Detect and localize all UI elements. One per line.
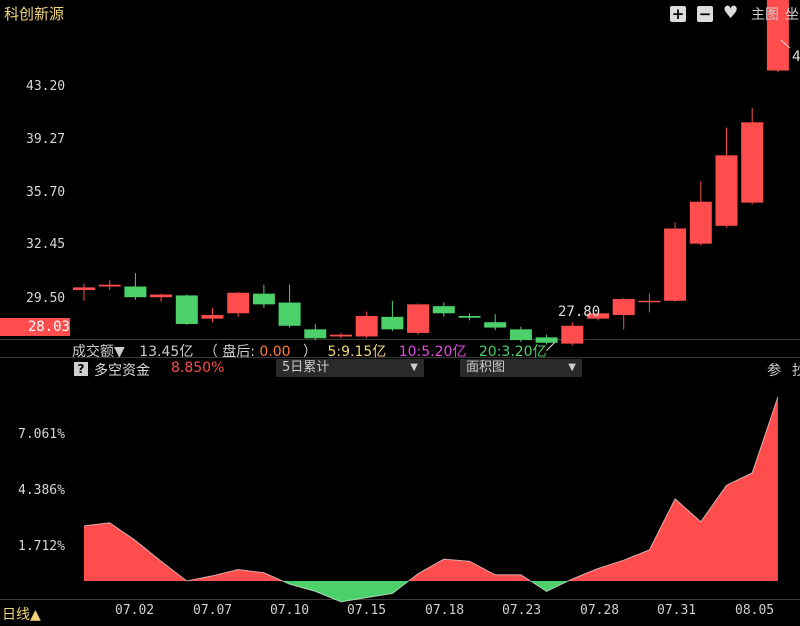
param-button[interactable]: 参 <box>767 360 781 380</box>
candle-body <box>330 334 352 337</box>
candle-body <box>124 286 147 298</box>
ma20-value: 20:3.20亿 <box>478 344 547 360</box>
candle-body <box>73 287 95 291</box>
minus-icon[interactable]: − <box>697 6 713 22</box>
volume-label[interactable]: 成交额▼ <box>72 344 125 360</box>
x-axis-label: 07.10 <box>270 603 310 618</box>
plus-icon[interactable]: + <box>670 6 686 22</box>
period-switch[interactable]: 日线▲ <box>2 604 41 624</box>
price-axis-label: 29.50 <box>26 291 66 306</box>
stock-title[interactable]: 科创新源 <box>4 3 64 24</box>
price-axis-label: 35.70 <box>26 185 66 200</box>
current-price-tag: 28.03 <box>0 318 70 336</box>
x-axis-label: 07.07 <box>193 603 233 618</box>
after-hours-label: 盘后: <box>222 344 255 360</box>
indicator-name[interactable]: 多空资金 <box>94 360 150 380</box>
paren-open: （ <box>203 344 218 360</box>
paren-close: ） <box>303 344 318 360</box>
indicator-axis-label: 4.386% <box>18 483 65 498</box>
chevron-down-icon: ▼ <box>568 362 576 373</box>
x-axis-label: 07.28 <box>580 603 620 618</box>
x-axis-label: 07.23 <box>502 603 542 618</box>
indicator-value: 8.850% <box>171 360 225 376</box>
candle-body <box>561 325 584 344</box>
after-hours-value: 0.00 <box>259 344 291 360</box>
heart-icon[interactable]: ♥ <box>723 3 738 23</box>
chart-type-select-value: 面积图 <box>466 360 506 375</box>
candle-body <box>201 315 224 319</box>
coordinate-button[interactable]: 坐 <box>785 4 799 24</box>
chevron-down-icon: ▼ <box>410 362 418 373</box>
extra-button[interactable]: 抄 <box>792 360 800 380</box>
candle-body <box>715 155 738 226</box>
candle-body <box>432 306 455 314</box>
indicator-axis-label: 7.061% <box>18 427 65 442</box>
candle-body <box>664 228 687 301</box>
candle-body <box>407 304 430 333</box>
candle-body <box>484 322 507 328</box>
candle-body <box>638 300 661 303</box>
volume-row: 成交额▼ 13.45亿 （ 盘后: 0.00 ） 5:9.15亿 10:5.20… <box>72 341 547 361</box>
candle-body <box>278 302 301 326</box>
high-price-label: 4 <box>792 49 800 65</box>
x-axis-label: 07.31 <box>657 603 697 618</box>
chart-canvas <box>0 0 800 603</box>
period-select-value: 5日累计 <box>282 360 330 375</box>
candle-body <box>689 201 712 244</box>
x-axis-label: 07.15 <box>347 603 387 618</box>
help-icon[interactable]: ? <box>74 362 88 376</box>
price-axis-label: 32.45 <box>26 237 66 252</box>
candle-body <box>355 315 378 337</box>
candle-body <box>227 292 250 314</box>
candle-body <box>150 294 173 298</box>
price-axis-label: 43.20 <box>26 79 66 94</box>
indicator-axis-label: 1.712% <box>18 539 65 554</box>
period-select[interactable]: 5日累计 ▼ <box>276 359 424 377</box>
low-arrow <box>546 342 555 351</box>
candle-body <box>458 315 481 318</box>
x-axis-label: 08.05 <box>735 603 775 618</box>
positive-area <box>84 396 778 581</box>
ma10-value: 10:5.20亿 <box>398 344 467 360</box>
volume-value: 13.45亿 <box>139 344 194 360</box>
chart-type-select[interactable]: 面积图 ▼ <box>460 359 582 377</box>
price-axis-label: 39.27 <box>26 132 66 147</box>
candle-body <box>509 329 532 341</box>
candle-body <box>612 299 635 316</box>
x-axis-label: 07.02 <box>115 603 155 618</box>
main-chart-button[interactable]: 主图 <box>751 4 779 24</box>
candle-body <box>98 284 121 287</box>
x-axis-label: 07.18 <box>425 603 465 618</box>
negative-area <box>84 581 778 602</box>
candle-body <box>304 329 327 339</box>
candle-body <box>381 316 404 330</box>
candle-body <box>175 295 198 324</box>
low-price-label: 27.80 <box>558 304 601 320</box>
candle-body <box>252 293 275 305</box>
ma5-value: 5:9.15亿 <box>327 344 387 360</box>
candle-body <box>741 122 764 203</box>
